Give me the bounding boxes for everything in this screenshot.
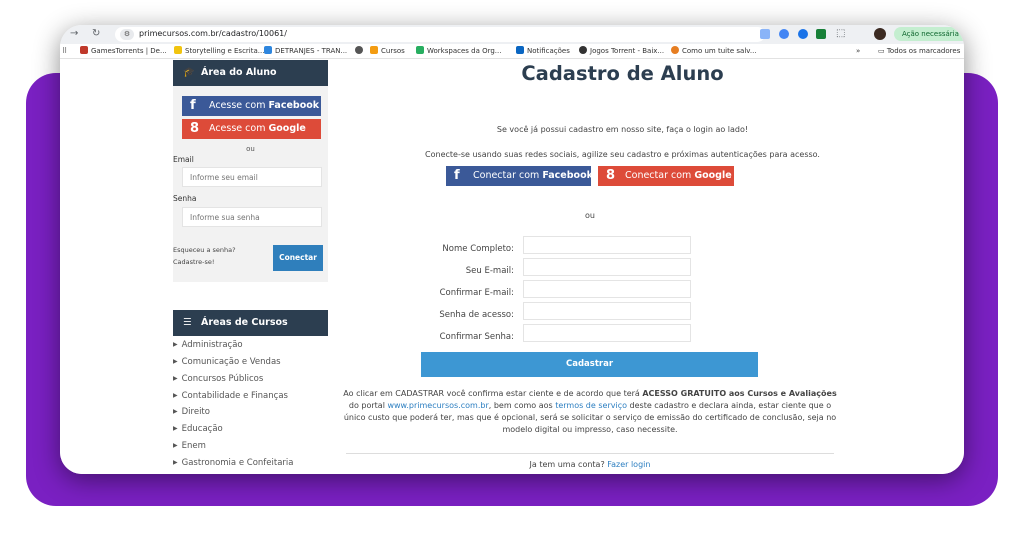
- url-text: primecursos.com.br/cadastro/10061/: [139, 29, 287, 38]
- confirm-password-label: Confirmar Senha:: [439, 332, 514, 342]
- page-title: Cadastro de Aluno: [521, 62, 724, 85]
- extensions-puzzle-icon[interactable]: ⬚: [836, 28, 845, 40]
- all-bookmarks-folder[interactable]: ▭ Todos os marcadores: [878, 46, 960, 57]
- forgot-password-link[interactable]: Esqueceu a senha?: [173, 246, 236, 254]
- google-icon: 8: [190, 121, 200, 136]
- email-label: Seu E-mail:: [465, 266, 514, 276]
- email-field[interactable]: [523, 258, 691, 276]
- blue-extension-icon[interactable]: [798, 29, 808, 39]
- login-button[interactable]: Conectar: [273, 245, 323, 271]
- divider: [346, 453, 834, 454]
- profile-avatar[interactable]: [874, 28, 886, 40]
- page-content: 🎓 Área do Aluno f Acesse com Facebook 8 Ace…: [60, 60, 964, 474]
- bookmark-favicon-icon: [174, 46, 182, 54]
- password-label: Senha: [173, 194, 197, 203]
- bookmark-favicon-icon: [579, 46, 587, 54]
- bookmark-item[interactable]: Jogos Torrent - Baix...: [579, 46, 664, 57]
- address-bar-row: → ↻ ⚙ primecursos.com.br/cadastro/10061/…: [60, 25, 964, 44]
- extension-icon[interactable]: [760, 29, 770, 39]
- caret-right-icon: ▶: [173, 459, 178, 466]
- caret-right-icon: ▶: [173, 442, 178, 449]
- course-area-item[interactable]: ▶ Direito: [173, 407, 210, 417]
- bookmark-item[interactable]: Como um tuite salv...: [671, 46, 757, 57]
- login-box: 🎓 Área do Aluno f Acesse com Facebook 8 Ace…: [173, 60, 328, 282]
- caret-right-icon: ▶: [173, 425, 178, 432]
- facebook-connect-button[interactable]: f Conectar com Facebook: [446, 166, 593, 186]
- caret-right-icon: ▶: [173, 358, 178, 365]
- bookmark-favicon-icon: [370, 46, 378, 54]
- bookmarks-more-icon[interactable]: »: [856, 46, 860, 57]
- course-area-item[interactable]: ▶ Comunicação e Vendas: [173, 357, 281, 367]
- google-connect-button[interactable]: 8 Conectar com Google: [598, 166, 734, 186]
- registration-main: Cadastro de Aluno Se você já possui cada…: [330, 60, 915, 474]
- or-divider: ou: [246, 145, 255, 153]
- course-areas-header: ☰ Áreas de Cursos: [173, 310, 328, 336]
- course-area-item[interactable]: ▶ Contabilidade e Finanças: [173, 391, 288, 401]
- confirm-email-label: Confirmar E-mail:: [439, 288, 514, 298]
- confirm-password-field[interactable]: [523, 324, 691, 342]
- action-required-button[interactable]: Ação necessária: [894, 27, 964, 41]
- or-divider: ou: [585, 211, 595, 220]
- terms-text: Ao clicar em CADASTRAR você confirma est…: [343, 389, 837, 434]
- green-extension-icon[interactable]: [816, 29, 826, 39]
- facebook-icon: f: [190, 98, 196, 113]
- browser-window: → ↻ ⚙ primecursos.com.br/cadastro/10061/…: [60, 25, 964, 474]
- full-name-field[interactable]: [523, 236, 691, 254]
- link-extension-icon[interactable]: [779, 29, 789, 39]
- bookmark-item[interactable]: Cursos: [370, 46, 405, 57]
- login-link[interactable]: Fazer login: [607, 460, 650, 469]
- password-field[interactable]: [182, 207, 322, 227]
- bookmark-item[interactable]: GamesTorrents | De...: [80, 46, 167, 57]
- bookmark-favicon-icon: [80, 46, 88, 54]
- google-login-button[interactable]: 8 Acesse com Google: [182, 119, 321, 139]
- bookmark-favicon-icon: [671, 46, 679, 54]
- bookmarks-bar: ⠿ GamesTorrents | De... Storytelling e E…: [60, 44, 964, 59]
- bookmark-item[interactable]: Workspaces da Org...: [416, 46, 501, 57]
- email-field[interactable]: [182, 167, 322, 187]
- caret-right-icon: ▶: [173, 408, 178, 415]
- site-info-icon[interactable]: ⚙: [120, 29, 134, 40]
- facebook-login-button[interactable]: f Acesse com Facebook: [182, 96, 321, 116]
- caret-right-icon: ▶: [173, 375, 178, 382]
- terms-of-service-link[interactable]: termos de serviço: [555, 401, 627, 410]
- folder-icon: ▭: [878, 47, 887, 55]
- course-area-item[interactable]: ▶ Gastronomia e Confeitaria: [173, 458, 293, 468]
- password-field[interactable]: [523, 302, 691, 320]
- full-name-label: Nome Completo:: [442, 244, 514, 254]
- register-link[interactable]: Cadastre-se!: [173, 258, 214, 266]
- apps-icon[interactable]: ⠿: [62, 46, 67, 57]
- have-account-text: Ja tem uma conta? Fazer login: [529, 460, 651, 469]
- caret-right-icon: ▶: [173, 341, 178, 348]
- confirm-email-field[interactable]: [523, 280, 691, 298]
- bookmark-favicon-icon: [416, 46, 424, 54]
- bookmark-item[interactable]: Notificações: [516, 46, 570, 57]
- caret-right-icon: ▶: [173, 392, 178, 399]
- course-area-item[interactable]: ▶ Concursos Públicos: [173, 374, 263, 384]
- course-area-item[interactable]: ▶ Enem: [173, 441, 206, 451]
- graduation-cap-icon: 🎓: [183, 67, 195, 78]
- login-header: 🎓 Área do Aluno: [173, 60, 328, 86]
- forward-icon[interactable]: →: [70, 28, 78, 40]
- bookmark-favicon-icon: [264, 46, 272, 54]
- bookmark-item[interactable]: DETRANJES - TRAN...: [264, 46, 347, 57]
- register-submit-button[interactable]: Cadastrar: [421, 352, 758, 377]
- list-icon: ☰: [183, 317, 192, 328]
- course-area-item[interactable]: ▶ Administração: [173, 340, 243, 350]
- login-hint-text: Se você já possui cadastro em nosso site…: [496, 125, 749, 134]
- url-field[interactable]: ⚙ primecursos.com.br/cadastro/10061/ ☆: [115, 27, 790, 42]
- email-label: Email: [173, 155, 194, 164]
- course-area-item[interactable]: ▶ Educação: [173, 424, 223, 434]
- bookmark-favicon-icon: [516, 46, 524, 54]
- google-icon: 8: [606, 168, 616, 183]
- social-prompt-text: Conecte-se usando suas redes sociais, ag…: [425, 150, 820, 159]
- bookmark-item[interactable]: Storytelling e Escrita...: [174, 46, 264, 57]
- password-label: Senha de acesso:: [439, 310, 514, 320]
- bookmark-item[interactable]: [355, 46, 366, 57]
- reload-icon[interactable]: ↻: [92, 28, 100, 40]
- site-link[interactable]: www.primecursos.com.br: [387, 401, 488, 410]
- facebook-icon: f: [454, 168, 460, 183]
- bookmark-favicon-icon: [355, 46, 363, 54]
